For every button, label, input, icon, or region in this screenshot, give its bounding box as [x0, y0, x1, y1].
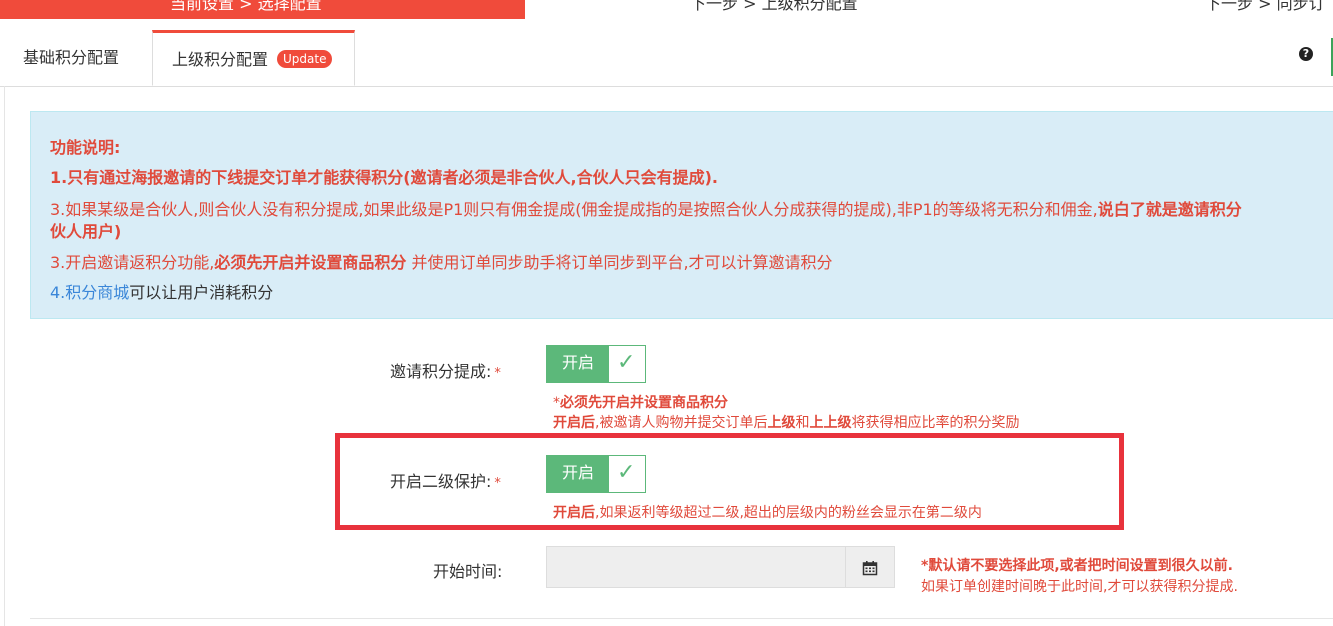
tab-upper-points[interactable]: 上级积分配置 Update: [152, 30, 355, 86]
info-line-3-bold: 必须先开启并设置商品积分: [214, 253, 407, 272]
invite-hint-2-b1: 开启后: [553, 415, 595, 431]
required-mark: *: [494, 476, 501, 491]
tab-bar: 基础积分配置 上级积分配置 Update: [0, 30, 1333, 87]
info-line-2-cont: 伙人用户): [50, 222, 122, 241]
info-line-4-prefix: 4.: [50, 283, 66, 302]
invite-hint-2-t2: 和: [795, 415, 810, 431]
check-icon: ✓: [617, 350, 636, 375]
info-title: 功能说明:: [50, 138, 121, 157]
invite-points-label-text: 邀请积分提成:: [390, 362, 492, 381]
invite-points-toggle-label: 开启: [547, 346, 609, 382]
start-time-hint-2: 如果订单创建时间晚于此时间,才可以获得积分提成.: [921, 579, 1238, 595]
tab-basic-points[interactable]: 基础积分配置: [23, 30, 119, 86]
protect-toggle-label: 开启: [547, 456, 609, 492]
info-line-3-prefix: 3.开启邀请返积分功能,: [50, 253, 215, 272]
invite-hint-1-star: *: [553, 395, 560, 411]
invite-hint-2-b3: 上上级: [809, 415, 852, 431]
info-line-2-bold: 说白了就是邀请积分: [1097, 200, 1242, 219]
invite-hint-2-t3: 将获得相应比率的积分奖励: [851, 415, 1020, 431]
info-line-2: 3.如果某级是合伙人,则合伙人没有积分提成,如果此级是P1则只有佣金提成(佣金提…: [50, 196, 1242, 220]
info-line-3: 3.开启邀请返积分功能,必须先开启并设置商品积分 并使用订单同步助手将订单同步到…: [50, 249, 833, 273]
level-two-protect-toggle[interactable]: 开启 ✓: [546, 455, 646, 493]
protect-hint-bold: 开启后: [553, 505, 595, 521]
info-line-2-text: 3.如果某级是合伙人,则合伙人没有积分提成,如果此级是P1则只有佣金提成(佣金提…: [50, 200, 1098, 219]
points-mall-link[interactable]: 积分商城: [65, 283, 129, 302]
invite-hint-1-text: 必须先开启并设置商品积分: [560, 395, 728, 411]
start-time-input[interactable]: [546, 546, 846, 588]
invite-hint-2: 开启后,被邀请人购物并提交订单后上级和上上级将获得相应比率的积分奖励: [553, 412, 1019, 432]
step-next-2[interactable]: 下一步 > 同步订: [1205, 0, 1325, 14]
start-time-label: 开始时间:: [433, 562, 503, 581]
divider: [30, 618, 1333, 619]
protect-label-text: 开启二级保护:: [390, 472, 492, 491]
step-current: 当前设置 > 选择配置: [0, 0, 525, 19]
invite-hint-1: *必须先开启并设置商品积分: [553, 392, 728, 412]
check-icon: ✓: [617, 460, 636, 485]
tab-upper-points-label: 上级积分配置: [172, 50, 269, 69]
info-line-1: 1.只有通过海报邀请的下线提交订单才能获得积分(邀请者必须是非合伙人,合伙人只会…: [50, 168, 718, 187]
protect-hint: 开启后,如果返利等级超过二级,超出的层级内的粉丝会显示在第二级内: [553, 502, 982, 522]
calendar-icon: [862, 560, 878, 575]
help-icon[interactable]: ?: [1299, 47, 1313, 61]
required-mark: *: [494, 366, 501, 381]
info-box: 功能说明: 1.只有通过海报邀请的下线提交订单才能获得积分(邀请者必须是非合伙人…: [30, 111, 1333, 319]
info-line-3-suffix: 并使用订单同步助手将订单同步到平台,才可以计算邀请积分: [406, 253, 833, 272]
invite-points-toggle[interactable]: 开启 ✓: [546, 345, 646, 383]
start-time-hint-1: *默认请不要选择此项,或者把时间设置到很久以前.: [921, 558, 1233, 574]
invite-hint-2-t1: ,被邀请人购物并提交订单后: [595, 415, 768, 431]
step-next[interactable]: 下一步 > 上级积分配置: [690, 0, 858, 14]
step-bar: 当前设置 > 选择配置 下一步 > 上级积分配置 下一步 > 同步订: [0, 0, 1333, 19]
calendar-button[interactable]: [845, 546, 895, 588]
info-line-4: 4.积分商城可以让用户消耗积分: [50, 279, 273, 303]
step-current-label: 当前设置 > 选择配置: [170, 0, 322, 13]
info-line-4-suffix: 可以让用户消耗积分: [129, 283, 274, 302]
invite-points-label: 邀请积分提成: *: [390, 358, 501, 382]
update-badge: Update: [277, 50, 333, 68]
invite-hint-2-b2: 上级: [767, 415, 796, 431]
protect-label: 开启二级保护: *: [390, 468, 501, 492]
protect-hint-text: ,如果返利等级超过二级,超出的层级内的粉丝会显示在第二级内: [595, 505, 982, 521]
